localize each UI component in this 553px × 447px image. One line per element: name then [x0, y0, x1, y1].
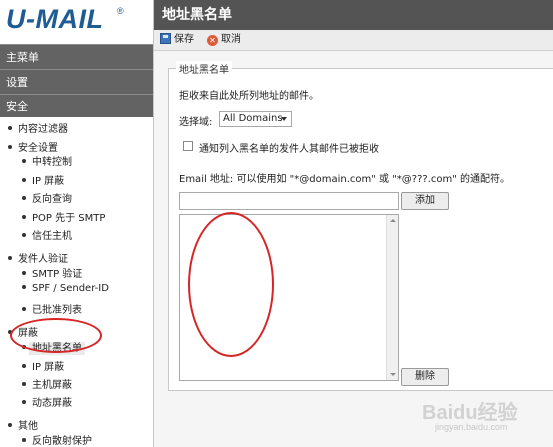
- remove-button[interactable]: 删除: [401, 368, 449, 386]
- tree-item-approved-list[interactable]: 已批准列表: [22, 301, 82, 316]
- add-button[interactable]: 添加: [401, 192, 449, 210]
- tree-item-reverse-lookup[interactable]: 反向查询: [22, 190, 72, 205]
- tree-item-ip-shield[interactable]: IP 屏蔽: [22, 172, 64, 187]
- bullet-icon: [22, 438, 26, 442]
- fieldset-legend: 地址黑名单: [176, 61, 232, 76]
- left-navigation: U-MAIL ® 主菜单 设置 安全 内容过滤器 安全设置 中转控制 IP 屏蔽…: [0, 0, 154, 447]
- domain-select-value: All Domains: [223, 113, 283, 124]
- umail-logo: U-MAIL: [6, 4, 104, 34]
- tree-item-label: 中转控制: [32, 157, 72, 168]
- email-hint: Email 地址: 可以使用如 "*@domain.com" 或 "*@???.…: [179, 174, 511, 185]
- bullet-icon: [22, 215, 26, 219]
- scroll-up-icon[interactable]: [390, 219, 396, 222]
- bullet-icon: [22, 307, 26, 311]
- bullet-icon: [22, 271, 26, 275]
- tree-item-content-filter[interactable]: 内容过滤器: [8, 120, 68, 135]
- tree-item-label: 内容过滤器: [18, 124, 68, 135]
- watermark-text: Baidu经验: [422, 402, 518, 424]
- annotation-oval-list: [188, 212, 274, 357]
- description-text: 拒收来自此处所列地址的邮件。: [179, 91, 319, 102]
- tree-item-label: 反向查询: [32, 194, 72, 205]
- tree-item-label: 动态屏蔽: [32, 398, 72, 409]
- baidu-watermark: Baidu经验: [422, 396, 518, 425]
- bullet-icon: [22, 382, 26, 386]
- listbox-scrollbar[interactable]: [386, 215, 398, 380]
- tree-item-trusted-hosts[interactable]: 信任主机: [22, 227, 72, 242]
- tree-item-label: IP 屏蔽: [32, 362, 65, 373]
- page-title: 地址黑名单: [154, 0, 553, 30]
- bullet-icon: [8, 256, 12, 260]
- save-button[interactable]: 保存: [160, 33, 194, 47]
- cancel-button[interactable]: ✕ 取消: [207, 33, 241, 47]
- bullet-icon: [22, 364, 26, 368]
- tree-item-dynamic-block[interactable]: 动态屏蔽: [22, 394, 72, 409]
- tree-item-label: 其他: [18, 421, 38, 432]
- bullet-icon: [8, 145, 12, 149]
- tree-item-other[interactable]: 其他: [8, 417, 38, 432]
- cancel-label: 取消: [221, 34, 241, 45]
- tree-item-ip-block[interactable]: IP 屏蔽: [22, 358, 64, 373]
- bullet-icon: [22, 233, 26, 237]
- menu-security[interactable]: 安全: [0, 94, 153, 117]
- notify-checkbox[interactable]: [183, 141, 193, 151]
- tree-item-label: IP 屏蔽: [32, 176, 65, 187]
- tree-item-backscatter[interactable]: 反向散射保护: [22, 432, 92, 447]
- notify-label: 通知列入黑名单的发件人其邮件已被拒收: [199, 144, 379, 155]
- tree-item-security-settings[interactable]: 安全设置: [8, 139, 58, 154]
- tree-item-label: 反向散射保护: [32, 436, 92, 447]
- domain-label: 选择域:: [179, 117, 213, 128]
- tree-item-relay-control[interactable]: 中转控制: [22, 153, 72, 168]
- domain-select[interactable]: All Domains: [219, 111, 292, 127]
- logo-area: U-MAIL ®: [0, 0, 153, 44]
- tree-item-sender-auth[interactable]: 发件人验证: [8, 250, 68, 265]
- annotation-oval-nav: [10, 318, 102, 353]
- bullet-icon: [8, 423, 12, 427]
- bullet-icon: [22, 196, 26, 200]
- tree-item-label: 主机屏蔽: [32, 380, 72, 391]
- tree-item-label: POP 先于 SMTP: [32, 213, 106, 224]
- bullet-icon: [22, 285, 26, 289]
- tree-item-pop-before-smtp[interactable]: POP 先于 SMTP: [22, 209, 105, 224]
- bullet-icon: [8, 126, 12, 130]
- cancel-icon: ✕: [207, 35, 218, 46]
- save-label: 保存: [174, 34, 194, 45]
- tree-item-label: 已批准列表: [32, 305, 82, 316]
- registered-mark: ®: [117, 6, 124, 16]
- toolbar: 保存 ✕ 取消: [154, 30, 553, 51]
- save-icon: [160, 33, 171, 44]
- tree-item-label: 信任主机: [32, 231, 72, 242]
- scroll-down-icon[interactable]: [390, 373, 396, 376]
- bullet-icon: [22, 400, 26, 404]
- tree-item-spf[interactable]: SPF / Sender-ID: [22, 283, 109, 294]
- bullet-icon: [22, 159, 26, 163]
- tree-item-smtp-auth[interactable]: SMTP 验证: [22, 265, 82, 280]
- tree-item-host-block[interactable]: 主机屏蔽: [22, 376, 72, 391]
- watermark-url: jingyan.baidu.com: [435, 422, 508, 432]
- content-panel: 地址黑名单 保存 ✕ 取消 地址黑名单 拒收来自此处所列地址的邮件。 选择域: A…: [154, 0, 553, 447]
- tree-item-label: SMTP 验证: [32, 269, 83, 280]
- email-input[interactable]: [179, 192, 399, 210]
- tree-item-label: SPF / Sender-ID: [32, 283, 109, 294]
- chevron-down-icon: [281, 117, 287, 121]
- bullet-icon: [22, 178, 26, 182]
- menu-settings[interactable]: 设置: [0, 69, 153, 94]
- tree-item-label: 发件人验证: [18, 254, 68, 265]
- menu-main[interactable]: 主菜单: [0, 44, 153, 69]
